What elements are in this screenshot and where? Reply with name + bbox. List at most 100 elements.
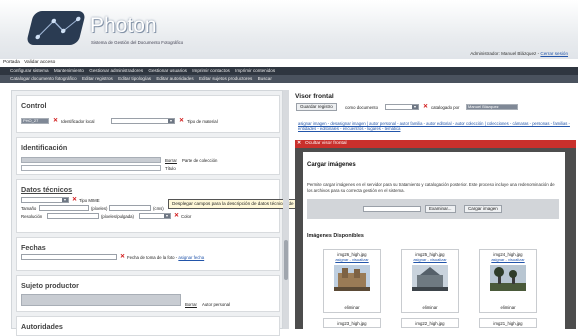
guardar-registro-button[interactable]: Guardar registro [296,103,337,111]
identificacion-panel: Identificación Borrar Parte de colección… [16,137,280,175]
parte-coleccion-label: Parte de colección [182,158,218,163]
menu-mantenimiento[interactable]: Mantenimiento [54,68,84,73]
visor-links-text[interactable]: asignar imagen - desasignar imagen | aut… [298,121,570,131]
upload-area: Examinar... Cargar imagen [307,199,559,219]
image-card: img21_high.jpg [479,318,537,328]
titulo-label: Título [165,166,176,171]
asignar-visualizar-link[interactable]: asignar - visualizar [491,257,524,262]
mime-label: Tipo MIME [79,198,100,203]
menu-gestionar-admins[interactable]: Gestionar administradores [89,68,143,73]
nav-validar-acceso[interactable]: Validar acceso [24,60,55,65]
image-name: img23_high.jpg [337,321,367,326]
image-card: img26_high.jpg asignar - visualizar elim… [323,249,381,313]
sujeto-productor-title: Sujeto productor [21,281,79,290]
cargar-imagenes-panel: Cargar imágenes Permite cargar imágenes … [303,152,565,329]
app-header: Photon Sistema de Gestión del Documento … [0,0,578,62]
fecha-label: Fecha de toma de la foto - asignar fecha [127,255,204,260]
color-select[interactable]: ▼ [139,213,171,219]
borrar-link[interactable]: Borrar [165,158,177,163]
mime-select[interactable]: ▼ [21,197,69,203]
image-thumbnail[interactable] [334,265,370,291]
required-icon: ✕ [174,213,180,219]
ocultar-visor-bar[interactable]: ✕ Ocultar visor frontal [295,140,576,148]
control-panel: Control PHO_27 ✕ Identificador local ▼ ✕… [16,95,280,133]
autoridades-panel: Autoridades [16,316,280,336]
catalogado-label: catalogado por [431,105,460,110]
examinar-button[interactable]: Examinar... [425,205,456,213]
fecha-field[interactable] [21,254,117,260]
image-card: img24_high.jpg asignar - visualizar elim… [479,249,537,313]
brand-title: Photon [90,14,157,37]
sujeto-productor-panel: Sujeto productor Borrar Autor personal [16,275,280,312]
file-path-input[interactable] [363,206,421,212]
nav-portada[interactable]: Portada [3,60,20,65]
cargar-description: Permite cargar imágenes en el servidor p… [307,182,555,193]
scrollbar-thumb[interactable] [284,240,288,280]
menu-editar-autoridades[interactable]: Editar autoridades [156,76,193,81]
menu-buscar[interactable]: Buscar [258,76,272,81]
menu-gestionar-usuarios[interactable]: Gestionar usuarios [148,68,187,73]
tamano-label: Tamaño [21,206,37,211]
asignar-fecha-link[interactable]: asignar fecha [178,255,204,260]
como-documento-label: como documento [345,105,378,110]
identificacion-title: Identificación [21,143,68,152]
material-select[interactable]: ▼ [111,118,175,124]
chevron-down-icon: ▼ [164,214,170,218]
menu-editar-registros[interactable]: Editar registros [82,76,113,81]
menu-editar-sujetos[interactable]: Editar sujetos productores [199,76,252,81]
visor-links[interactable]: asignar imagen - desasignar imagen | aut… [298,121,573,131]
visor-frame: Cargar imágenes Permite cargar imágenes … [295,148,576,329]
image-card: img23_high.jpg [323,318,381,328]
admin-name: Administrador: Manuel Blázquez - [470,51,541,56]
ocultar-visor-label: Ocultar visor frontal [305,141,347,146]
menu-imprimir-contenidos[interactable]: Imprimir contenidos [235,68,275,73]
required-icon: ✕ [53,118,59,124]
visor-title: Visor frontal [295,93,334,100]
menu-imprimir-contactos[interactable]: Imprimir contactos [192,68,230,73]
autor-personal-label: Autor personal [202,302,230,307]
asignar-visualizar-link[interactable]: asignar - visualizar [335,257,368,262]
tamano-cms-input[interactable] [109,205,151,211]
menu-configurar[interactable]: Configurar sistema [10,68,49,73]
tamano-pixeles-input[interactable] [39,205,89,211]
image-name: img22_high.jpg [415,321,445,326]
menu-editar-tipologias[interactable]: Editar tipologías [118,76,151,81]
fechas-title: Fechas [21,243,46,252]
autor-personal-field[interactable] [21,294,181,306]
datos-tecnicos-title[interactable]: Datos técnicos [21,185,72,194]
catalogador-field: Manuel Blázquez [466,104,518,110]
asignar-visualizar-link[interactable]: asignar - visualizar [413,257,446,262]
eliminar-link[interactable]: eliminar [402,305,458,310]
left-scrollbar[interactable] [283,90,289,329]
titulo-field[interactable] [21,165,161,171]
close-icon[interactable]: ✕ [297,140,301,148]
material-label: Tipo de material [187,119,218,124]
eliminar-link[interactable]: eliminar [480,305,536,310]
admin-info: Administrador: Manuel Blázquez - Cerrar … [470,51,568,56]
borrar-autor-link[interactable]: Borrar [185,302,197,307]
cargar-imagen-button[interactable]: Cargar imagen [464,205,502,213]
menu-catalogar[interactable]: Catalogar documento fotográfico [10,76,77,81]
image-name: img21_high.jpg [493,321,523,326]
logout-link[interactable]: Cerrar sesión [540,51,568,56]
record-code-field[interactable]: PHO_27 [21,118,49,124]
admin-menu: Configurar sistema Mantenimiento Gestion… [0,67,578,75]
eliminar-link[interactable]: eliminar [324,305,380,310]
color-label: Color [181,214,192,219]
parte-coleccion-field[interactable] [21,157,161,163]
photon-logo [25,11,87,45]
image-card: img25_high.jpg asignar - visualizar elim… [401,249,459,313]
cargar-imagenes-title: Cargar imágenes [307,162,356,168]
image-thumbnail[interactable] [490,265,526,291]
autoridades-title: Autoridades [21,322,63,331]
ppp-label: (píxeles/pulgada) [101,214,134,219]
local-id-label: Identificador local [61,119,95,124]
required-icon: ✕ [72,197,78,203]
brand-subtitle: Sistema de Gestión del Documento Fotográ… [91,40,184,45]
fechas-panel: Fechas ✕ Fecha de toma de la foto - asig… [16,237,280,271]
resolucion-input[interactable] [47,213,99,219]
documento-select[interactable]: ▼ [385,104,419,110]
imagenes-disponibles-title: Imágenes Disponibles [307,233,364,239]
required-icon: ✕ [423,104,429,110]
image-thumbnail[interactable] [412,265,448,291]
